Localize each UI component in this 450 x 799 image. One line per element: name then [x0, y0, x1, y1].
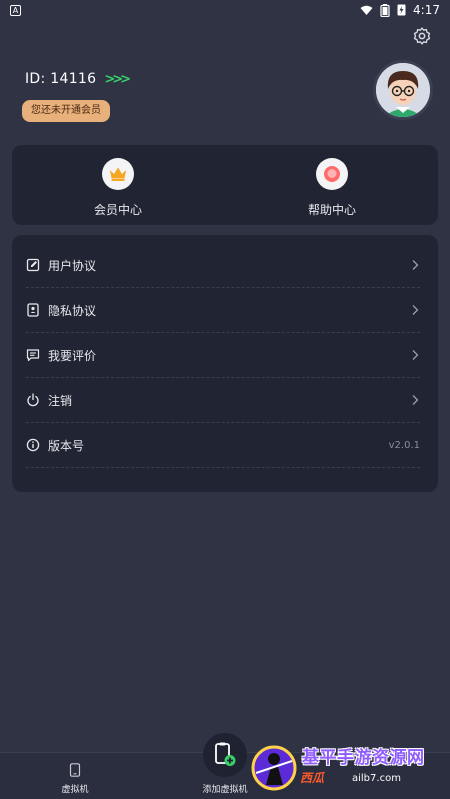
tab-virtual-machine[interactable]: 虚拟机 [30, 753, 120, 799]
chevron-right-icon [412, 260, 419, 270]
notification-icon: A [10, 4, 21, 16]
chevron-right-icon [412, 350, 419, 360]
version-value: v2.0.1 [388, 439, 420, 451]
battery-icon [380, 3, 390, 17]
user-id-text: ID: 14116 [25, 71, 97, 87]
member-center-button[interactable]: 会员中心 [58, 158, 178, 218]
watermark: 基平手游资源网 西瓜 ailb7.com [248, 737, 450, 799]
watermark-logo [251, 745, 297, 791]
comment-icon [26, 348, 40, 362]
info-icon [26, 438, 40, 452]
quick-actions-card: 会员中心 帮助中心 [12, 145, 438, 225]
avatar[interactable] [373, 60, 433, 120]
watermark-title: 基平手游资源网 [302, 748, 425, 768]
wifi-icon [360, 5, 373, 15]
help-center-label: 帮助中心 [307, 203, 356, 217]
status-time: 4:17 [413, 3, 440, 17]
add-device-button[interactable] [203, 733, 247, 777]
menu-item-rate[interactable]: 我要评价 [26, 333, 420, 378]
watermark-subtitle: 西瓜 [300, 771, 325, 785]
menu-item-label: 隐私协议 [48, 303, 97, 318]
gear-icon[interactable] [412, 26, 432, 46]
menu-item-label: 注销 [48, 393, 73, 408]
charging-icon [397, 4, 406, 16]
id-card-icon [26, 303, 40, 317]
phone-icon [69, 763, 81, 777]
menu-item-label: 用户协议 [48, 258, 97, 273]
menu-item-version: 版本号 v2.0.1 [26, 423, 420, 468]
crown-icon [102, 158, 134, 190]
menu-item-privacy-agreement[interactable]: 隐私协议 [26, 288, 420, 333]
watermark-url: ailb7.com [352, 773, 401, 784]
chevron-right-icon: >>> [104, 71, 131, 87]
avatar-illustration [376, 63, 430, 117]
menu-item-user-agreement[interactable]: 用户协议 [26, 243, 420, 288]
tab-label: 虚拟机 [61, 785, 89, 795]
menu-card: 用户协议 隐私协议 我要评价 注销 版本号 v2.0.1 [12, 235, 438, 492]
help-bubble-icon [316, 158, 348, 190]
menu-item-logout[interactable]: 注销 [26, 378, 420, 423]
edit-doc-icon [26, 258, 40, 272]
chevron-right-icon [412, 305, 419, 315]
menu-item-label: 版本号 [48, 438, 85, 453]
help-center-button[interactable]: 帮助中心 [272, 158, 392, 218]
member-center-label: 会员中心 [93, 203, 142, 217]
chevron-right-icon [412, 395, 419, 405]
status-bar: A 4:17 [0, 0, 450, 20]
add-device-icon [215, 742, 236, 766]
power-icon [26, 393, 40, 407]
user-id[interactable]: ID: 14116 >>> [25, 71, 131, 87]
menu-item-label: 我要评价 [48, 348, 97, 363]
membership-badge[interactable]: 您还未开通会员 [22, 100, 110, 122]
